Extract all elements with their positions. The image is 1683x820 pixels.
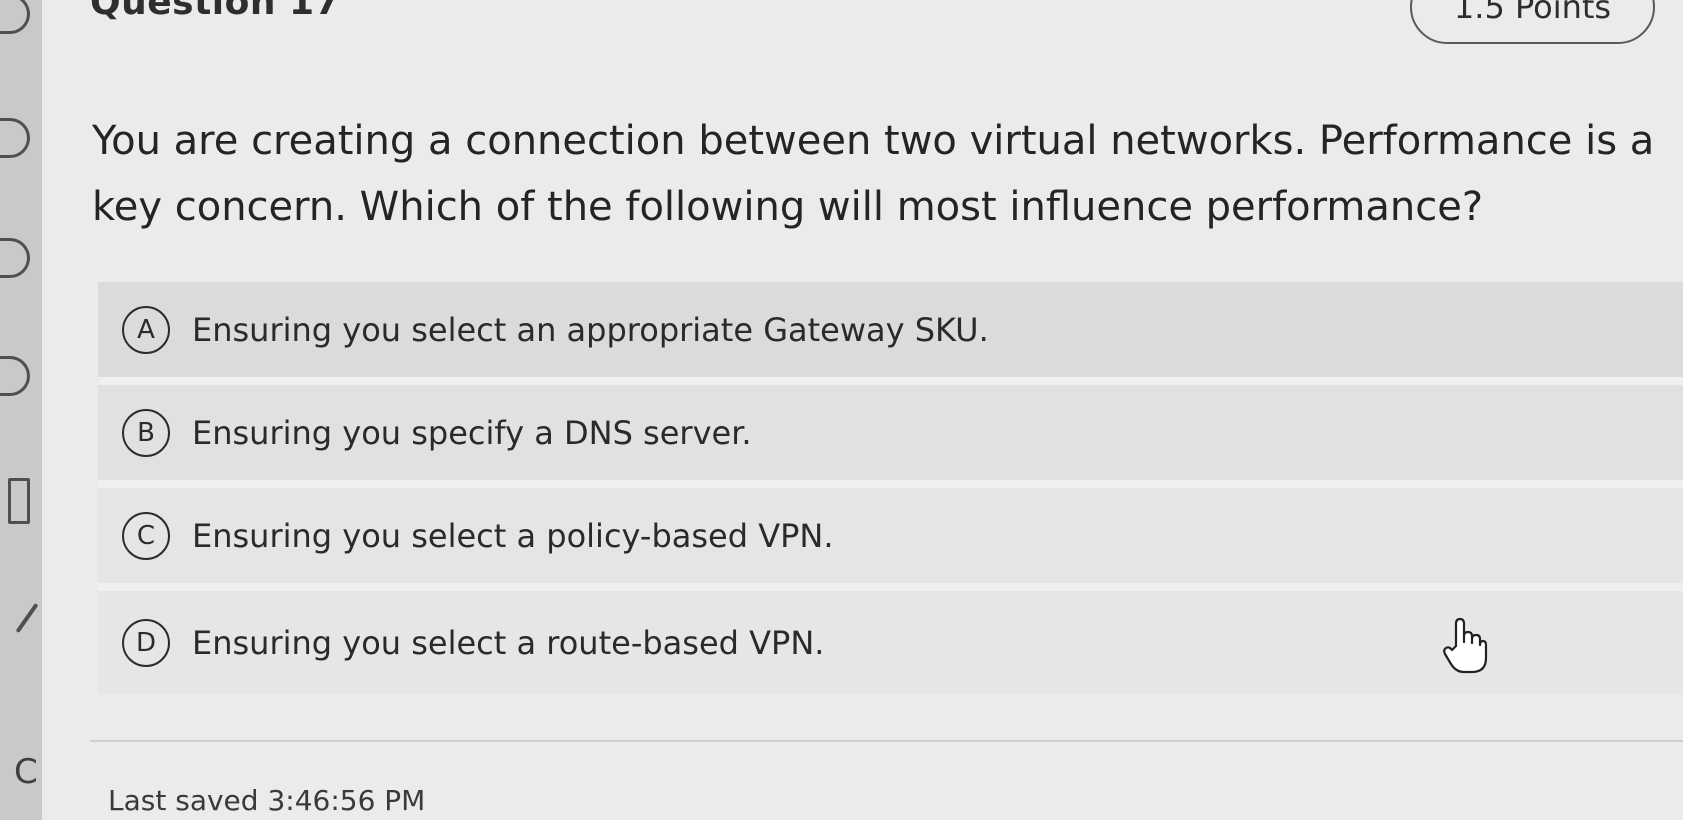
rail-icon-4[interactable] [0, 356, 30, 396]
option-letter-d: D [122, 618, 170, 667]
option-letter-b: B [122, 408, 170, 457]
left-rail: C [0, 0, 43, 820]
option-b[interactable]: B Ensuring you specify a DNS server. [98, 385, 1683, 488]
footer-divider [90, 740, 1683, 742]
option-c[interactable]: C Ensuring you select a policy-based VPN… [98, 488, 1683, 591]
hand-pointer-icon [1443, 617, 1488, 674]
question-title: Question 17 [90, 0, 341, 23]
option-text-a: Ensuring you select an appropriate Gatew… [192, 310, 989, 349]
rail-icon-1[interactable] [0, 0, 30, 34]
option-a[interactable]: A Ensuring you select an appropriate Gat… [98, 282, 1683, 385]
option-text-d: Ensuring you select a route-based VPN. [192, 623, 825, 662]
question-panel: Question 17 1.5 Points You are creating … [42, 0, 1683, 820]
option-letter-a: A [122, 305, 170, 354]
rail-icon-3[interactable] [0, 238, 30, 278]
points-badge: 1.5 Points [1410, 0, 1655, 44]
question-text: You are creating a connection between tw… [92, 118, 1655, 230]
rail-pencil-icon[interactable] [15, 602, 39, 634]
rail-letter: C [14, 752, 38, 792]
last-saved-status: Last saved 3:46:56 PM [108, 784, 426, 817]
rail-calendar-icon[interactable] [8, 478, 30, 524]
option-text-b: Ensuring you specify a DNS server. [192, 413, 752, 452]
rail-icon-2[interactable] [0, 118, 30, 158]
option-text-c: Ensuring you select a policy-based VPN. [192, 516, 834, 555]
option-letter-c: C [122, 511, 170, 560]
